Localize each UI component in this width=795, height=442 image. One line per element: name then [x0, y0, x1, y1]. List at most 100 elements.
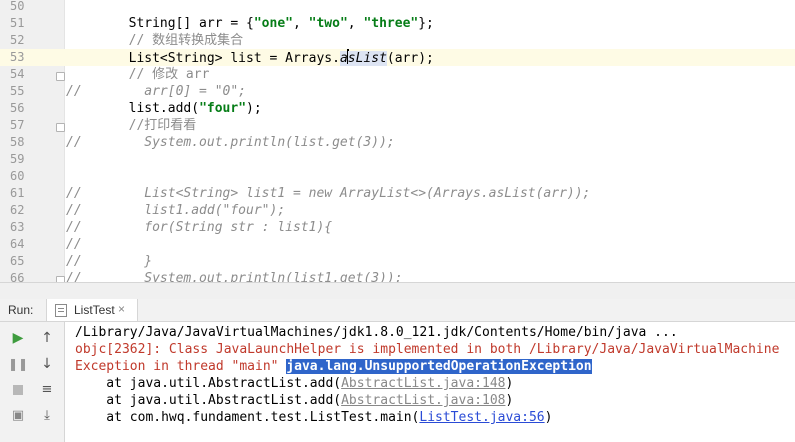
- stack-frame-text: at java.util.AbstractList.add(: [75, 376, 342, 391]
- code-token: };: [418, 16, 434, 31]
- code-line[interactable]: 64 //: [0, 236, 795, 253]
- code-line[interactable]: 60: [0, 168, 795, 185]
- console-output[interactable]: /Library/Java/JavaVirtualMachines/jdk1.8…: [65, 322, 795, 442]
- fold-marker-icon[interactable]: [56, 123, 65, 132]
- code-editor[interactable]: 50 51 String[] arr = {"one", "two", "thre…: [0, 0, 795, 282]
- line-number: 52: [10, 33, 25, 47]
- line-number: 61: [10, 186, 25, 200]
- line-number: 51: [10, 16, 25, 30]
- exception-prefix: Exception in thread "main": [75, 359, 287, 374]
- console-exception-line: Exception in thread "main" java.lang.Uns…: [75, 358, 592, 375]
- stop-icon[interactable]: [8, 380, 28, 400]
- code-line[interactable]: 54 // 修改 arr: [0, 66, 795, 83]
- code-token: list.add(: [66, 101, 200, 116]
- stack-frame-suffix: ): [505, 393, 514, 408]
- code-text: // 数组转换成集合: [66, 32, 243, 49]
- run-tool-window-header: Run: ListTest ×: [0, 299, 795, 322]
- code-token: sList: [347, 51, 387, 66]
- code-token: //打印看看: [66, 118, 197, 133]
- code-line[interactable]: 57 //打印看看: [0, 117, 795, 134]
- soft-wrap-icon[interactable]: ≡: [37, 380, 57, 400]
- code-line[interactable]: 51 String[] arr = {"one", "two", "three"…: [0, 15, 795, 32]
- code-text: String[] arr = {"one", "two", "three"};: [66, 15, 434, 32]
- stack-frame: at java.util.AbstractList.add(AbstractLi…: [75, 392, 513, 409]
- line-number: 62: [10, 203, 25, 217]
- line-number: 65: [10, 254, 25, 268]
- code-token: // list1.add("four");: [66, 203, 286, 218]
- code-text: // List<String> list1 = new ArrayList<>(…: [66, 185, 590, 202]
- code-line[interactable]: 59: [0, 151, 795, 168]
- run-label: Run:: [8, 303, 34, 317]
- code-text: // System.out.println(list.get(3));: [66, 134, 395, 151]
- close-icon[interactable]: ×: [118, 302, 125, 316]
- code-text: // }: [66, 253, 152, 270]
- code-token: // for(String str : list1){: [66, 220, 333, 235]
- tab-listtest[interactable]: ListTest ×: [46, 299, 138, 321]
- run-toolbar: ▶ ↑ ❚❚ ↓ ≡ ▣ ⤓: [0, 322, 65, 442]
- code-line[interactable]: 61 // List<String> list1 = new ArrayList<…: [0, 185, 795, 202]
- tool-window-divider[interactable]: [0, 282, 795, 300]
- line-number: 57: [10, 118, 25, 132]
- code-token: // 修改 arr: [66, 67, 210, 82]
- code-token: (arr);: [386, 51, 434, 66]
- stack-frame: at com.hwq.fundament.test.ListTest.main(…: [75, 409, 552, 426]
- code-token: );: [246, 101, 262, 116]
- scroll-end-icon[interactable]: ⤓: [37, 406, 57, 426]
- line-number: 55: [10, 84, 25, 98]
- code-text: // System.out.println(list1.get(3));: [66, 270, 403, 282]
- line-number: 54: [10, 67, 25, 81]
- code-line[interactable]: 66 // System.out.println(list1.get(3));: [0, 270, 795, 282]
- source-link[interactable]: AbstractList.java:148: [341, 376, 505, 391]
- code-line[interactable]: 56 list.add("four");: [0, 100, 795, 117]
- stack-frame-text: at java.util.AbstractList.add(: [75, 393, 342, 408]
- console-tab-icon: [55, 304, 67, 317]
- line-number: 56: [10, 101, 25, 115]
- code-line[interactable]: 65 // }: [0, 253, 795, 270]
- code-line[interactable]: 63 // for(String str : list1){: [0, 219, 795, 236]
- source-link[interactable]: AbstractList.java:108: [341, 393, 505, 408]
- line-number: 60: [10, 169, 25, 183]
- stack-frame-text: at com.hwq.fundament.test.ListTest.main(: [75, 410, 420, 425]
- console-objc-line: objc[2362]: Class JavaLaunchHelper is im…: [75, 342, 780, 357]
- tab-label: ListTest: [74, 303, 115, 317]
- code-text: //: [66, 236, 82, 253]
- code-token: // System.out.println(list.get(3));: [66, 135, 395, 150]
- rerun-up-icon[interactable]: ↑: [37, 328, 57, 348]
- stack-frame: at java.util.AbstractList.add(AbstractLi…: [75, 375, 513, 392]
- line-number: 64: [10, 237, 25, 251]
- code-token: //: [66, 237, 82, 252]
- code-token: // System.out.println(list1.get(3));: [66, 271, 403, 282]
- source-link[interactable]: ListTest.java:56: [419, 410, 544, 425]
- run-icon[interactable]: ▶: [8, 328, 28, 348]
- line-number: 50: [10, 0, 25, 13]
- camera-icon[interactable]: ▣: [8, 406, 28, 426]
- fold-marker-icon[interactable]: [56, 72, 65, 81]
- code-line[interactable]: 55 // arr[0] = "0";: [0, 83, 795, 100]
- code-text: // 修改 arr: [66, 66, 210, 83]
- console-path-line: /Library/Java/JavaVirtualMachines/jdk1.8…: [75, 325, 678, 340]
- code-token: String[] arr = {: [66, 16, 254, 31]
- code-text: // list1.add("four");: [66, 202, 285, 219]
- stack-frame-suffix: ): [505, 376, 514, 391]
- line-number: 53: [10, 50, 25, 64]
- line-number: 59: [10, 152, 25, 166]
- code-line[interactable]: 62 // list1.add("four");: [0, 202, 795, 219]
- exception-name[interactable]: java.lang.UnsupportedOperationException: [286, 359, 592, 374]
- code-text: // arr[0] = "0";: [66, 83, 246, 100]
- code-line[interactable]: 52 // 数组转换成集合: [0, 32, 795, 49]
- code-token: "one": [253, 16, 293, 31]
- code-line[interactable]: 58 // System.out.println(list.get(3));: [0, 134, 795, 151]
- code-token: // 数组转换成集合: [66, 33, 244, 48]
- down-arrow-icon[interactable]: ↓: [37, 354, 57, 374]
- line-number: 63: [10, 220, 25, 234]
- code-text: // for(String str : list1){: [66, 219, 332, 236]
- code-line[interactable]: 53 List<String> list = Arrays.asList(arr…: [0, 49, 795, 66]
- line-number: 58: [10, 135, 25, 149]
- line-number: 66: [10, 271, 25, 282]
- code-token: ,: [292, 16, 309, 31]
- code-line[interactable]: 50: [0, 0, 795, 15]
- stack-frame-suffix: ): [544, 410, 553, 425]
- code-text: List<String> list = Arrays.asList(arr);: [66, 49, 434, 66]
- code-token: // }: [66, 254, 153, 269]
- pause-icon[interactable]: ❚❚: [8, 354, 28, 374]
